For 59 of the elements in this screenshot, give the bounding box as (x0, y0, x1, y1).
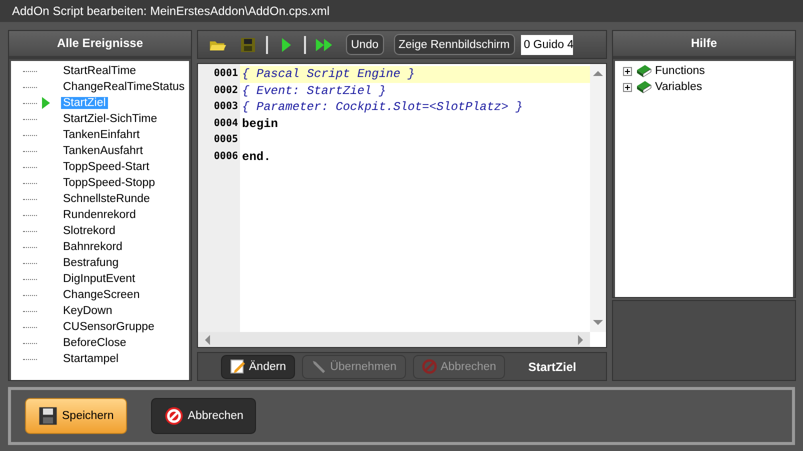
panel-header: Alle Ereignisse (9, 31, 191, 59)
fast-forward-icon[interactable] (315, 36, 333, 52)
scroll-left-icon[interactable] (204, 334, 210, 344)
event-item[interactable]: StartRealTime (61, 65, 138, 77)
scroll-right-icon[interactable] (578, 334, 584, 344)
event-item[interactable]: Rundenrekord (61, 209, 138, 221)
no-entry-icon (422, 359, 437, 374)
code-keyword: begin (242, 116, 278, 131)
event-item[interactable]: Bahnrekord (61, 241, 124, 253)
vertical-scrollbar[interactable] (590, 64, 606, 332)
event-item[interactable]: TankenAusfahrt (61, 145, 145, 157)
window-title: AddOn Script bearbeiten: MeinErstesAddon\AddOn.cps.xml (0, 0, 803, 22)
footer-button[interactable]: Speichern (25, 398, 127, 434)
event-item[interactable]: SchnellsteRunde (61, 193, 152, 205)
footer-button[interactable]: Abbrechen (150, 398, 256, 434)
scroll-down-icon[interactable] (593, 320, 603, 326)
code-comment: { Event: StartZiel } (242, 84, 386, 98)
event-item[interactable]: DigInputEvent (61, 273, 138, 285)
toolbar-button[interactable]: Undo (346, 34, 384, 55)
event-item[interactable]: TankenEinfahrt (61, 129, 142, 141)
line-number: 0003 (212, 100, 239, 114)
event-item[interactable]: ChangeScreen (61, 289, 142, 301)
toolbar-button[interactable]: Zeige Rennbildschirm (394, 34, 515, 55)
code-comment: { Pascal Script Engine } (242, 67, 415, 81)
play-icon (41, 96, 51, 110)
code-editor[interactable]: 0001 0002 0003 0004 0005 0006 { Pascal Script Engine } { Event: StartZiel } { Parameter: Cockpit.Slot=<SlotPlatz> } begin end. (197, 63, 607, 348)
event-item[interactable]: StartZiel-SichTime (61, 113, 160, 125)
event-item[interactable]: ToppSpeed-Start (61, 161, 152, 173)
line-number: 0005 (212, 133, 239, 148)
line-number: 0002 (212, 84, 239, 98)
no-entry-icon (164, 406, 184, 426)
event-item[interactable]: BeforeClose (61, 337, 128, 349)
expand-toggle[interactable] (623, 66, 632, 76)
expand-toggle[interactable] (623, 82, 632, 92)
panel-header: Hilfe (613, 31, 795, 59)
current-event-label: StartZiel (528, 360, 576, 374)
scroll-up-icon[interactable] (593, 70, 603, 76)
line-number: 0006 (212, 150, 239, 164)
save-icon (38, 406, 58, 426)
pen-icon (311, 359, 326, 374)
event-item[interactable]: Startampel (61, 353, 121, 365)
horizontal-scrollbar[interactable] (198, 332, 590, 347)
line-number: 0004 (212, 116, 239, 131)
event-item[interactable]: ChangeRealTimeStatus (61, 81, 187, 93)
save-icon[interactable] (239, 36, 257, 52)
book-icon (636, 80, 652, 94)
event-item[interactable]: CUSensorGruppe (61, 321, 156, 333)
event-item[interactable]: KeyDown (61, 305, 114, 317)
line-number: 0001 (212, 67, 239, 81)
action-button[interactable]: Ändern (221, 354, 296, 378)
event-item[interactable]: Slotrekord (61, 225, 118, 237)
code-keyword: end. (242, 150, 271, 164)
help-item[interactable]: Variables (655, 81, 702, 93)
help-item[interactable]: Functions (655, 65, 705, 77)
code-comment: { Parameter: Cockpit.Slot=<SlotPlatz> } (242, 100, 523, 114)
book-icon (636, 64, 652, 78)
notepad-icon (230, 359, 245, 374)
event-item[interactable]: ToppSpeed-Stopp (61, 177, 158, 189)
event-item[interactable]: Bestrafung (61, 257, 121, 269)
